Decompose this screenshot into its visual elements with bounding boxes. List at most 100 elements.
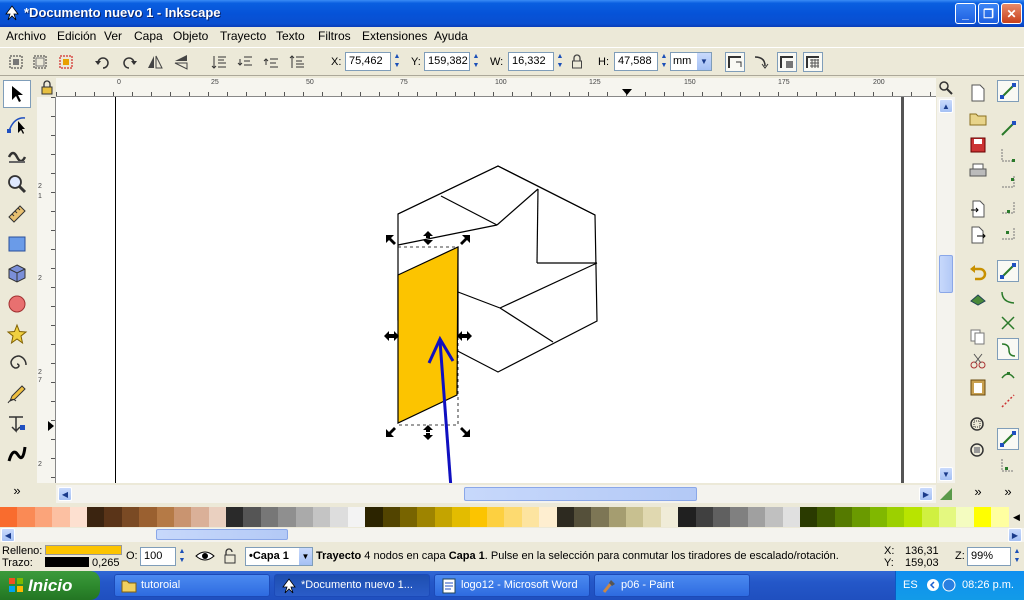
node-tool[interactable] <box>3 110 31 138</box>
print-button[interactable] <box>967 160 989 182</box>
y-spinner[interactable]: ▲ ▼ <box>471 52 481 71</box>
scroll-left-arrow[interactable]: ◀ <box>58 487 72 501</box>
x-spinner[interactable]: ▲ ▼ <box>392 52 402 71</box>
palette-swatch[interactable] <box>573 507 592 527</box>
snap-midpoints-toggle[interactable] <box>997 390 1019 412</box>
minimize-button[interactable]: _ <box>955 3 976 24</box>
rotate-ccw-button[interactable] <box>93 52 113 72</box>
menu-texto[interactable]: Texto <box>276 29 305 43</box>
selector-tool[interactable] <box>3 80 31 108</box>
palette-scroll-thumb[interactable] <box>156 529 288 540</box>
palette-swatch[interactable] <box>330 507 348 527</box>
palette-swatch[interactable] <box>991 507 1009 527</box>
scale-handle-se-icon[interactable] <box>460 427 470 437</box>
palette-swatch[interactable] <box>921 507 940 527</box>
palette-swatch[interactable] <box>591 507 609 527</box>
taskbar-item-word[interactable]: logo12 - Microsoft Word <box>434 574 590 597</box>
palette-swatch[interactable] <box>347 507 366 527</box>
pen-tool[interactable] <box>3 410 31 438</box>
palette-swatch[interactable] <box>208 507 227 527</box>
spiral-tool[interactable] <box>3 350 31 378</box>
palette-swatch[interactable] <box>713 507 731 527</box>
network-icon[interactable] <box>942 578 956 592</box>
palette-swatch[interactable] <box>469 507 487 527</box>
select-all-layers-button[interactable] <box>30 52 50 72</box>
snap-nodes-toggle[interactable] <box>997 260 1019 282</box>
menu-filtros[interactable]: Filtros <box>318 29 351 43</box>
palette-scroll-left[interactable]: ◀ <box>1 528 15 542</box>
cut-button[interactable] <box>967 350 989 372</box>
zoom-spinner[interactable]: ▲ ▼ <box>1012 547 1022 566</box>
drawing-canvas[interactable] <box>56 97 936 483</box>
tweak-tool[interactable] <box>3 140 31 168</box>
copy-button[interactable] <box>967 326 989 348</box>
snap-object-centers-toggle[interactable] <box>997 428 1019 450</box>
snap-bbox-center-toggle[interactable] <box>997 222 1019 244</box>
ellipse-tool[interactable] <box>3 290 31 318</box>
move-gradients-toggle[interactable] <box>777 52 797 72</box>
snap-page-border-toggle[interactable] <box>997 454 1019 476</box>
stroke-swatch[interactable] <box>45 557 89 567</box>
undo-button[interactable] <box>967 262 989 284</box>
snap-bbox-midpoint-toggle[interactable] <box>997 196 1019 218</box>
paste-button[interactable] <box>967 376 989 398</box>
layer-visibility-toggle[interactable] <box>195 548 215 564</box>
palette-swatch[interactable] <box>747 507 766 527</box>
scale-handle-sw-icon[interactable] <box>386 427 396 437</box>
palette-swatch[interactable] <box>243 507 261 527</box>
w-input[interactable]: 16,332 <box>508 52 554 71</box>
snap-bbox-corner-toggle[interactable] <box>997 170 1019 192</box>
scale-corners-toggle[interactable] <box>751 52 771 72</box>
palette-swatch[interactable] <box>504 507 522 527</box>
palette-swatch[interactable] <box>834 507 853 527</box>
palette-swatch[interactable] <box>973 507 992 527</box>
deselect-button[interactable] <box>56 52 76 72</box>
snap-enable-toggle[interactable] <box>997 80 1019 102</box>
lower-button[interactable] <box>235 52 255 72</box>
palette-swatch[interactable] <box>382 507 400 527</box>
flip-vertical-button[interactable] <box>171 52 191 72</box>
palette-swatch[interactable] <box>313 507 331 527</box>
palette-swatch[interactable] <box>17 507 35 527</box>
palette-scroll-right[interactable]: ▶ <box>1008 528 1022 542</box>
star-tool[interactable] <box>3 320 31 348</box>
vertical-scroll-thumb[interactable] <box>939 255 953 293</box>
scroll-up-arrow[interactable]: ▲ <box>939 99 953 113</box>
palette-swatch[interactable] <box>660 507 679 527</box>
pencil-tool[interactable] <box>3 380 31 408</box>
palette-swatch[interactable] <box>191 507 209 527</box>
palette-swatch[interactable] <box>886 507 905 527</box>
w-spinner[interactable]: ▲ ▼ <box>555 52 565 71</box>
palette-swatch[interactable] <box>121 507 140 527</box>
zoom-drawing-button[interactable] <box>967 440 989 462</box>
zoom-input[interactable]: 99% <box>967 547 1011 566</box>
color-manage-toggle[interactable] <box>938 486 954 502</box>
snap-bbox-edge-toggle[interactable] <box>997 144 1019 166</box>
rotate-cw-button[interactable] <box>119 52 139 72</box>
palette-swatch[interactable] <box>695 507 714 527</box>
palette-swatch[interactable] <box>452 507 470 527</box>
palette-swatch[interactable] <box>0 507 18 527</box>
palette-swatch[interactable] <box>173 507 192 527</box>
palette-swatch[interactable] <box>869 507 887 527</box>
snap-smooth-nodes-toggle[interactable] <box>997 364 1019 386</box>
palette-swatch[interactable] <box>782 507 800 527</box>
opacity-input[interactable]: 100 <box>140 547 176 566</box>
open-button[interactable] <box>967 108 989 130</box>
palette-swatch[interactable] <box>226 507 244 527</box>
x-input[interactable]: 75,462 <box>345 52 391 71</box>
opacity-spinner[interactable]: ▲ ▼ <box>177 547 187 566</box>
unit-select[interactable]: mm ▼ <box>670 52 712 71</box>
snap-paths-toggle[interactable] <box>997 286 1019 308</box>
raise-to-top-button[interactable] <box>287 52 307 72</box>
3d-box-tool[interactable] <box>3 260 31 288</box>
taskbar-item-tutorial-folder[interactable]: tutoroial <box>114 574 270 597</box>
palette-swatch[interactable] <box>278 507 296 527</box>
palette-swatch[interactable] <box>730 507 748 527</box>
export-button[interactable] <box>967 224 989 246</box>
palette-swatch[interactable] <box>104 507 122 527</box>
scale-handle-s-icon[interactable] <box>423 425 433 440</box>
palette-swatch[interactable] <box>417 507 435 527</box>
menu-archivo[interactable]: Archivo <box>6 29 46 43</box>
palette-swatch[interactable] <box>643 507 661 527</box>
